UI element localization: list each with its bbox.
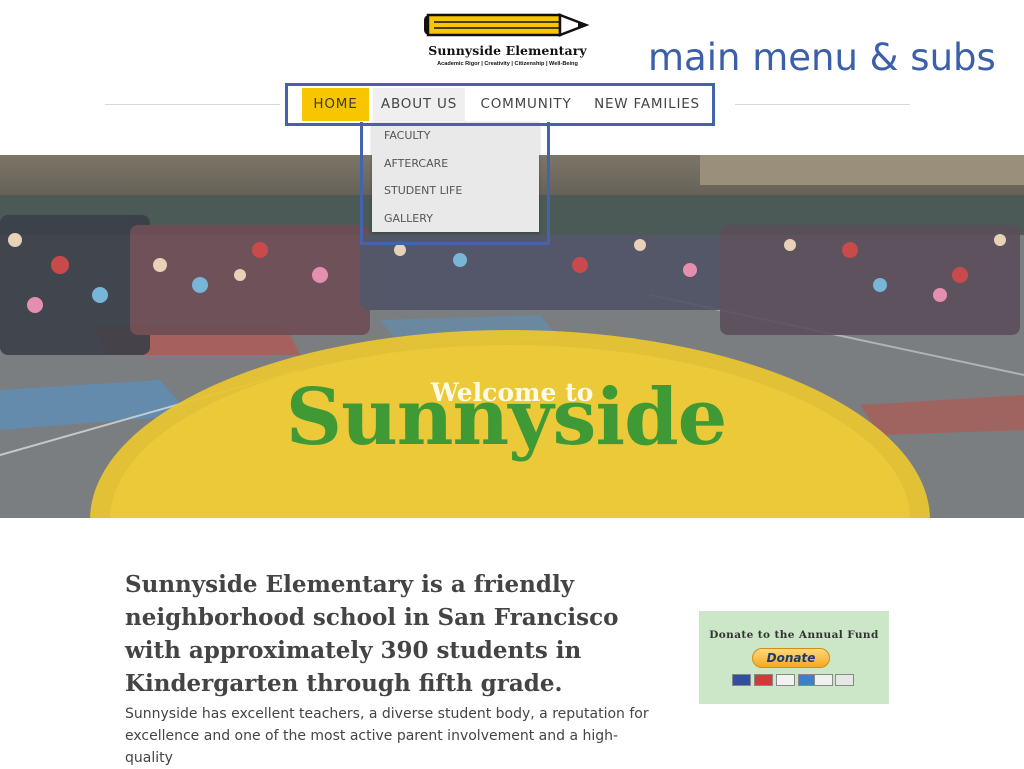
- bank-icon: [835, 674, 854, 686]
- intro-heading: Sunnyside Elementary is a friendly neigh…: [125, 571, 619, 697]
- annotation-label: main menu & subs: [648, 36, 996, 79]
- intro-body: Sunnyside has excellent teachers, a dive…: [125, 706, 649, 766]
- mastercard-icon: [754, 674, 773, 686]
- discover-card-icon: [814, 674, 833, 686]
- nav-divider-left: [105, 104, 280, 105]
- donate-title: Donate to the Annual Fund: [709, 629, 879, 641]
- school-name: Sunnyside Elementary: [428, 43, 587, 58]
- hero-title: Sunnyside: [285, 372, 728, 463]
- nav-annotation-outline: [285, 83, 715, 126]
- pencil-logo-icon: [424, 13, 590, 37]
- submenu-annotation-outline: [360, 122, 550, 245]
- maestro-card-icon: [732, 674, 751, 686]
- nav-divider-right: [735, 104, 910, 105]
- visa-card-icon: [776, 674, 795, 686]
- school-tagline: Academic Rigor | Creativity | Citizenshi…: [437, 61, 578, 67]
- donate-button[interactable]: Donate: [752, 648, 830, 668]
